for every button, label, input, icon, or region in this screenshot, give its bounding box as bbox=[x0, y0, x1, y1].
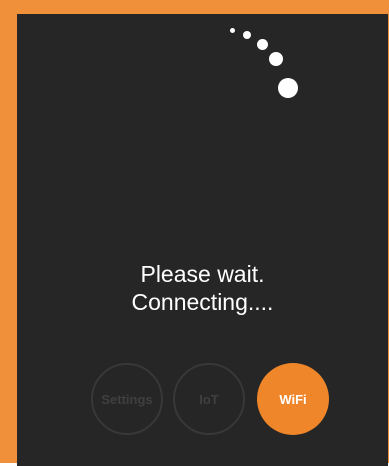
spinner-dot bbox=[257, 39, 268, 50]
spinner-dot bbox=[243, 31, 251, 39]
spinner-dot bbox=[278, 78, 298, 98]
device-frame: Please wait. Connecting.... Settings IoT… bbox=[0, 0, 389, 466]
connection-status: Please wait. Connecting.... bbox=[17, 260, 388, 316]
loading-spinner-icon bbox=[17, 14, 388, 134]
app-screen: Please wait. Connecting.... Settings IoT… bbox=[17, 14, 388, 466]
status-line-2: Connecting.... bbox=[131, 289, 274, 315]
mode-navigation: Settings IoT WiFi bbox=[17, 363, 388, 439]
wifi-button[interactable]: WiFi bbox=[257, 363, 329, 435]
iot-button[interactable]: IoT bbox=[173, 363, 245, 435]
spinner-dot bbox=[269, 52, 283, 66]
status-line-1: Please wait. bbox=[140, 261, 265, 287]
spinner-dot bbox=[230, 28, 235, 33]
settings-button[interactable]: Settings bbox=[91, 363, 163, 435]
